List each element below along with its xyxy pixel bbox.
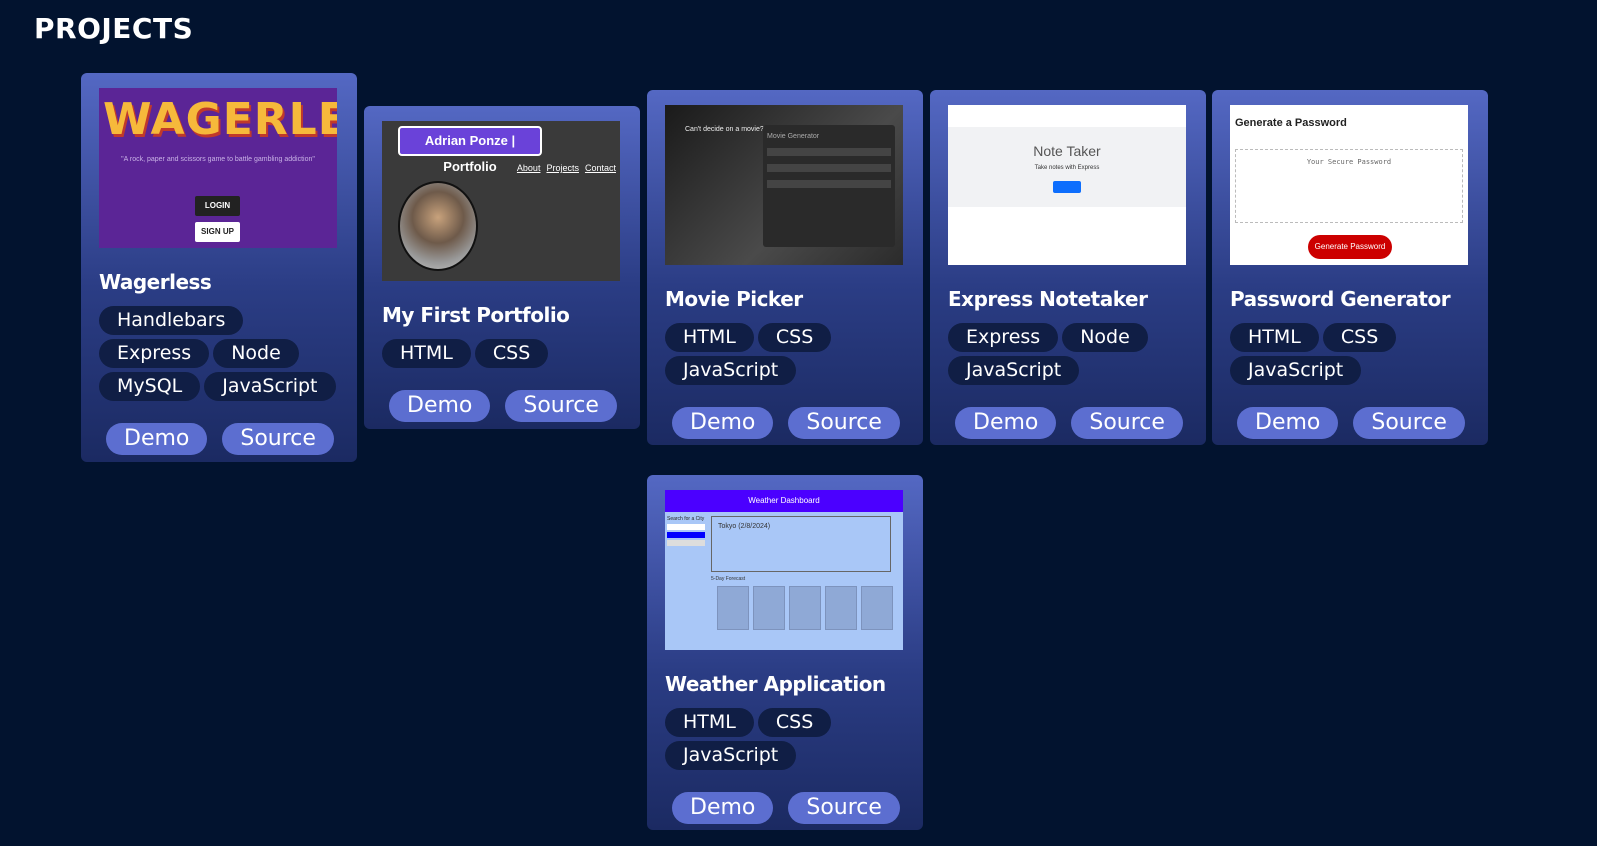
- thumbnail-button: Generate Password: [1308, 235, 1392, 259]
- project-thumbnail[interactable]: Generate a Password Your Secure Password…: [1230, 105, 1468, 265]
- project-thumbnail[interactable]: Adrian Ponze | Portfolio About Projects …: [382, 121, 620, 281]
- project-card-wagerless: WAGERLESS "A rock, paper and scissors ga…: [81, 73, 357, 462]
- tag: JavaScript: [665, 741, 797, 770]
- thumbnail-heading: Can't decide on a movie?: [685, 126, 764, 133]
- thumbnail-header: Adrian Ponze | Portfolio: [398, 126, 542, 174]
- tag-list: HTML CSS JavaScript: [665, 323, 905, 385]
- tag-list: Handlebars Express Node MySQL JavaScript: [99, 306, 339, 401]
- project-card-notetaker: Note Taker Take notes with Express Expre…: [930, 90, 1206, 445]
- thumbnail-sidebar: Search for a City: [667, 516, 705, 546]
- tag: JavaScript: [948, 356, 1080, 385]
- card-actions: Demo Source: [665, 407, 905, 439]
- section-title: PROJECTS: [34, 12, 194, 45]
- thumbnail-forecast-label: 5-Day Forecast: [711, 576, 746, 582]
- thumbnail-heading: Note Taker: [1033, 143, 1101, 159]
- project-thumbnail[interactable]: Weather Dashboard Search for a City Toky…: [665, 490, 903, 650]
- card-actions: Demo Source: [99, 423, 339, 455]
- thumbnail-subtitle: "A rock, paper and scissors game to batt…: [121, 156, 315, 163]
- forecast-day: [861, 586, 893, 630]
- tag: JavaScript: [665, 356, 797, 385]
- thumbnail-login: LOGIN: [195, 196, 240, 216]
- tag-list: HTML CSS: [382, 339, 622, 368]
- thumbnail-button: [1053, 181, 1081, 193]
- source-button[interactable]: Source: [505, 390, 617, 422]
- tag: HTML: [382, 339, 471, 368]
- thumbnail-nav-item: About: [516, 163, 541, 173]
- avatar: [398, 181, 478, 271]
- tag-list: Express Node JavaScript: [948, 323, 1188, 385]
- card-actions: Demo Source: [382, 390, 622, 422]
- project-title: Weather Application: [665, 672, 886, 696]
- project-thumbnail[interactable]: Note Taker Take notes with Express: [948, 105, 1186, 265]
- project-thumbnail[interactable]: WAGERLESS "A rock, paper and scissors ga…: [99, 88, 337, 248]
- demo-button[interactable]: Demo: [672, 792, 774, 824]
- source-button[interactable]: Source: [222, 423, 334, 455]
- demo-button[interactable]: Demo: [955, 407, 1057, 439]
- thumbnail-nav-item: Contact: [584, 163, 616, 173]
- tag: CSS: [757, 323, 832, 352]
- thumbnail-nav-item: Projects: [546, 163, 579, 173]
- forecast-day: [825, 586, 857, 630]
- project-card-weather: Weather Dashboard Search for a City Toky…: [647, 475, 923, 830]
- thumbnail-forecast: [717, 586, 893, 630]
- project-title: Express Notetaker: [948, 287, 1148, 311]
- project-thumbnail[interactable]: Can't decide on a movie? Movie Generator: [665, 105, 903, 265]
- tag: JavaScript: [204, 372, 336, 401]
- card-actions: Demo Source: [1230, 407, 1470, 439]
- tag: Handlebars: [99, 306, 244, 335]
- thumbnail-nav: About Projects Contact: [517, 163, 616, 173]
- source-button[interactable]: Source: [788, 792, 900, 824]
- tag: HTML: [1230, 323, 1319, 352]
- demo-button[interactable]: Demo: [389, 390, 491, 422]
- card-actions: Demo Source: [665, 792, 905, 824]
- tag: CSS: [474, 339, 549, 368]
- thumbnail-search-label: Search for a City: [667, 516, 705, 522]
- tag: Express: [948, 323, 1059, 352]
- source-button[interactable]: Source: [1353, 407, 1465, 439]
- project-title: Movie Picker: [665, 287, 803, 311]
- thumbnail-row: [767, 180, 891, 188]
- thumbnail-panel-title: Movie Generator: [767, 133, 820, 140]
- thumbnail-logo: WAGERLESS: [103, 94, 337, 145]
- tag: Node: [213, 339, 299, 368]
- forecast-day: [717, 586, 749, 630]
- tag: HTML: [665, 708, 754, 737]
- thumbnail-row: [767, 148, 891, 156]
- thumbnail-input: [667, 524, 705, 530]
- tag: Express: [99, 339, 210, 368]
- card-actions: Demo Source: [948, 407, 1188, 439]
- thumbnail-header: Weather Dashboard: [665, 490, 903, 512]
- thumbnail-heading: Generate a Password: [1235, 117, 1347, 129]
- thumbnail-output: Your Secure Password: [1235, 149, 1463, 223]
- tag: CSS: [757, 708, 832, 737]
- project-card-password-generator: Generate a Password Your Secure Password…: [1212, 90, 1488, 445]
- project-card-movie-picker: Can't decide on a movie? Movie Generator…: [647, 90, 923, 445]
- tag-list: HTML CSS JavaScript: [1230, 323, 1470, 385]
- source-button[interactable]: Source: [788, 407, 900, 439]
- thumbnail-row: [767, 164, 891, 172]
- thumbnail-subtitle: Take notes with Express: [1034, 165, 1100, 171]
- project-title: Wagerless: [99, 270, 212, 294]
- tag: Node: [1062, 323, 1148, 352]
- tag-list: HTML CSS JavaScript: [665, 708, 905, 770]
- tag: MySQL: [99, 372, 201, 401]
- forecast-day: [753, 586, 785, 630]
- thumbnail-signup: SIGN UP: [195, 222, 240, 242]
- thumbnail-current: Tokyo (2/8/2024): [711, 516, 891, 572]
- thumbnail-search-button: [667, 532, 705, 538]
- demo-button[interactable]: Demo: [106, 423, 208, 455]
- tag: HTML: [665, 323, 754, 352]
- demo-button[interactable]: Demo: [1237, 407, 1339, 439]
- thumbnail-city: Tokyo (2/8/2024): [718, 523, 771, 530]
- tag: JavaScript: [1230, 356, 1362, 385]
- project-title: Password Generator: [1230, 287, 1451, 311]
- project-title: My First Portfolio: [382, 303, 570, 327]
- tag: CSS: [1322, 323, 1397, 352]
- project-card-portfolio: Adrian Ponze | Portfolio About Projects …: [364, 106, 640, 429]
- thumbnail-history: [667, 540, 705, 546]
- thumbnail-panel: Movie Generator: [763, 125, 895, 247]
- forecast-day: [789, 586, 821, 630]
- source-button[interactable]: Source: [1071, 407, 1183, 439]
- demo-button[interactable]: Demo: [672, 407, 774, 439]
